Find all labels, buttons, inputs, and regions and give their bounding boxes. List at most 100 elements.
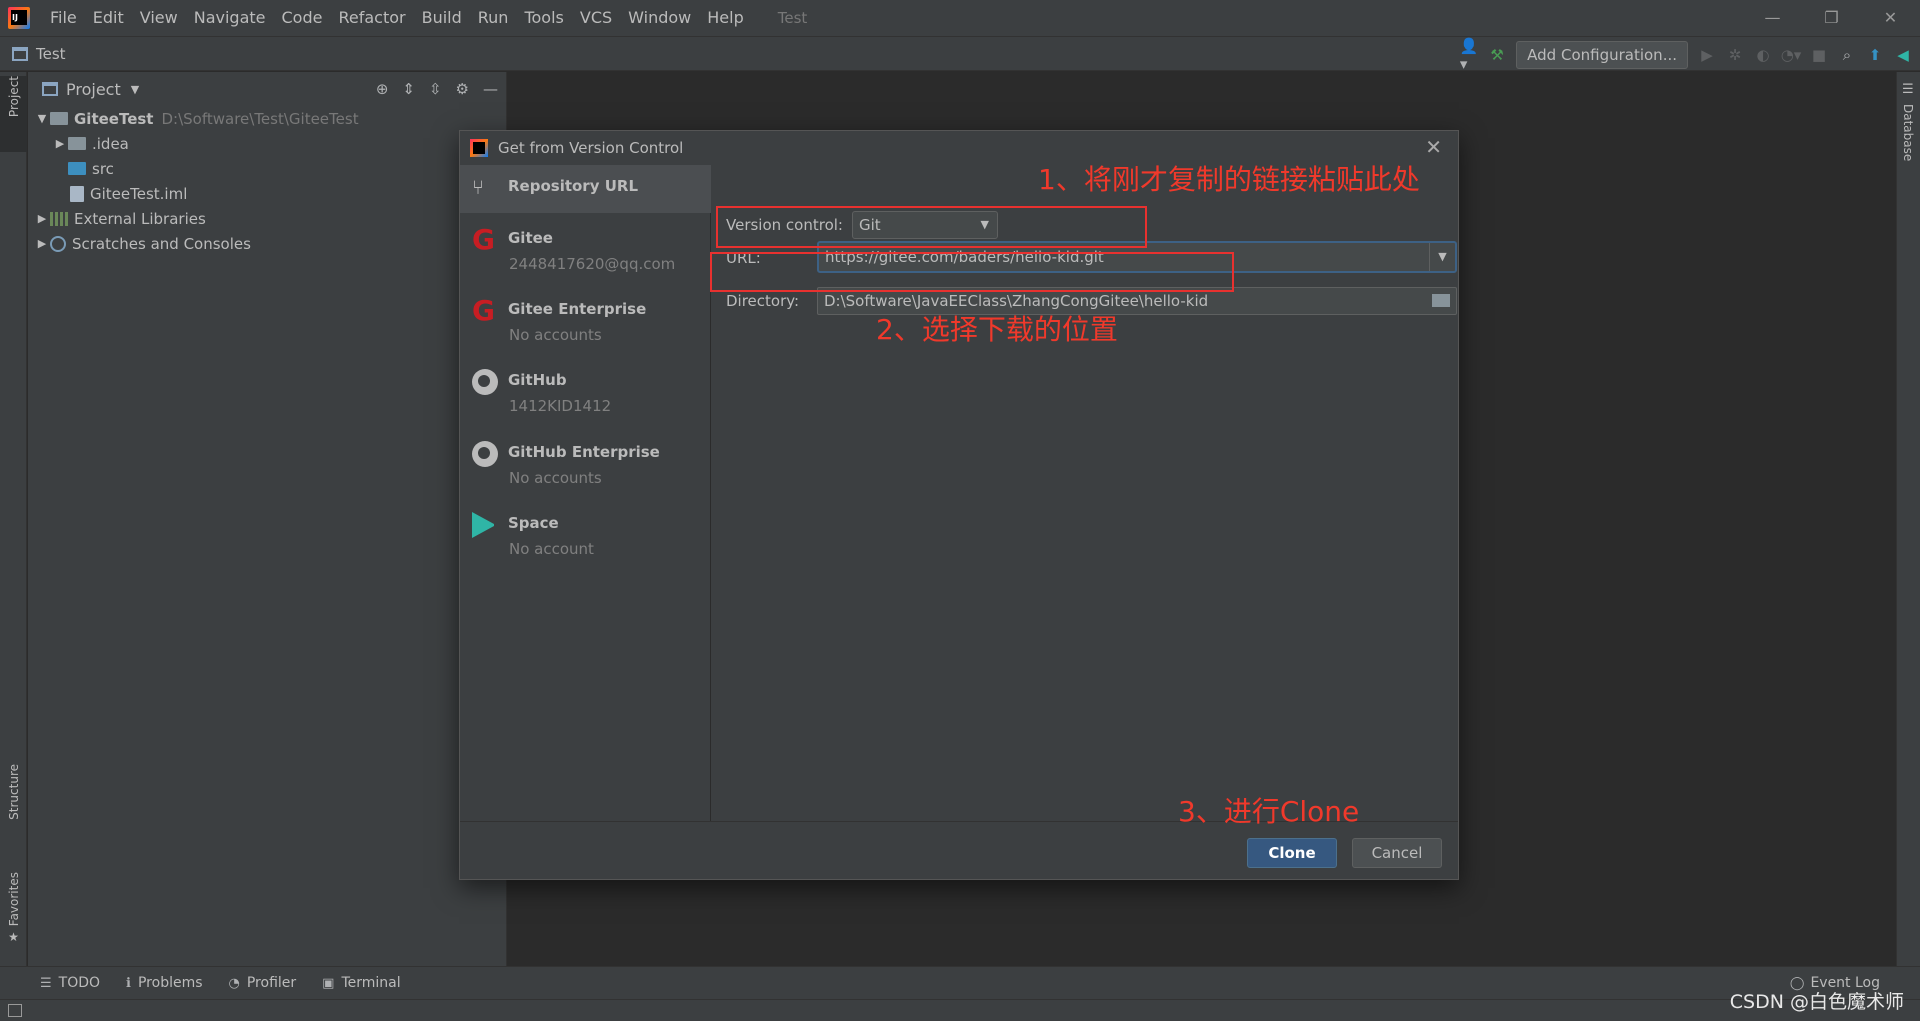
tree-label-external: External Libraries bbox=[74, 209, 206, 228]
account-list: ⑂ Repository URL G Gitee 2448417620@qq.c… bbox=[460, 165, 711, 821]
project-panel-title[interactable]: Project bbox=[66, 80, 121, 99]
menu-navigate[interactable]: Navigate bbox=[186, 0, 274, 36]
debug-icon[interactable]: ✲ bbox=[1726, 46, 1744, 64]
menu-file[interactable]: File bbox=[42, 0, 85, 36]
chevron-right-icon[interactable]: ▶ bbox=[34, 212, 50, 225]
project-folder-icon bbox=[12, 46, 28, 61]
run-icon[interactable]: ▶ bbox=[1698, 46, 1716, 64]
menu-help[interactable]: Help bbox=[699, 0, 751, 36]
user-account-icon[interactable]: 👤▾ bbox=[1460, 37, 1479, 73]
menu-code[interactable]: Code bbox=[274, 0, 331, 36]
tab-structure[interactable]: Structure bbox=[0, 764, 27, 844]
tab-favorites-label: Favorites bbox=[6, 872, 21, 927]
libraries-icon bbox=[50, 211, 68, 226]
locate-icon[interactable]: ⊕ bbox=[376, 80, 389, 98]
minimize-icon[interactable]: — bbox=[1743, 0, 1802, 36]
close-icon[interactable]: ✕ bbox=[1425, 135, 1442, 159]
menu-run[interactable]: Run bbox=[470, 0, 517, 36]
account-name: Gitee bbox=[508, 229, 553, 247]
menu-view[interactable]: View bbox=[132, 0, 186, 36]
account-item-gitee[interactable]: G Gitee 2448417620@qq.com bbox=[460, 217, 711, 277]
tab-database[interactable]: Database bbox=[1901, 104, 1915, 161]
tree-item-scratches[interactable]: ▶ Scratches and Consoles bbox=[28, 231, 506, 256]
chevron-down-icon[interactable]: ▼ bbox=[34, 112, 50, 125]
source-folder-icon bbox=[68, 162, 86, 175]
iml-file-icon bbox=[70, 185, 84, 202]
menu-refactor[interactable]: Refactor bbox=[330, 0, 413, 36]
dialog-title: Get from Version Control bbox=[498, 139, 684, 157]
build-hammer-icon[interactable]: ⚒ bbox=[1488, 46, 1506, 64]
account-name: GitHub Enterprise bbox=[508, 443, 660, 461]
window-project-title: Test bbox=[777, 9, 808, 27]
tree-item-src[interactable]: src bbox=[28, 156, 506, 181]
github-logo-icon bbox=[472, 369, 498, 395]
browse-folder-icon[interactable] bbox=[1432, 294, 1450, 307]
csdn-watermark: CSDN @白色魔术师 bbox=[1729, 991, 1904, 1013]
chevron-down-icon[interactable]: ▼ bbox=[131, 83, 139, 96]
tree-item-iml[interactable]: GiteeTest.iml bbox=[28, 181, 506, 206]
profile-icon[interactable]: ◔▾ bbox=[1781, 46, 1802, 64]
restore-icon[interactable]: ❐ bbox=[1802, 0, 1861, 36]
left-tool-strip: Project Structure Favorites ★ bbox=[0, 72, 27, 966]
add-configuration-button[interactable]: Add Configuration... bbox=[1516, 40, 1688, 69]
space-logo-icon[interactable]: ◀ bbox=[1894, 46, 1912, 64]
gear-icon[interactable]: ⚙ bbox=[456, 80, 469, 98]
tab-profiler[interactable]: ◔ Profiler bbox=[229, 975, 297, 991]
cancel-button[interactable]: Cancel bbox=[1352, 838, 1442, 868]
star-icon: ★ bbox=[8, 930, 19, 945]
tree-label-iml: GiteeTest.iml bbox=[90, 184, 188, 203]
close-window-icon[interactable]: ✕ bbox=[1861, 0, 1920, 36]
menu-edit[interactable]: Edit bbox=[85, 0, 132, 36]
tab-terminal[interactable]: ▣ Terminal bbox=[322, 975, 400, 991]
tool-window-toggle-icon[interactable] bbox=[8, 1004, 22, 1017]
annotation-step2: 2、选择下载的位置 bbox=[876, 313, 1118, 346]
tree-label-src: src bbox=[92, 159, 114, 178]
menu-window[interactable]: Window bbox=[620, 0, 699, 36]
hide-panel-icon[interactable]: — bbox=[483, 80, 498, 98]
annotation-step1: 1、将刚才复制的链接粘贴此处 bbox=[1038, 163, 1420, 196]
menu-build[interactable]: Build bbox=[414, 0, 470, 36]
clone-button[interactable]: Clone bbox=[1247, 838, 1337, 868]
expand-all-icon[interactable]: ⇕ bbox=[402, 80, 415, 98]
chevron-right-icon[interactable]: ▶ bbox=[34, 237, 50, 250]
url-history-dropdown[interactable]: ▼ bbox=[1429, 243, 1455, 271]
info-icon: ℹ bbox=[126, 975, 131, 991]
search-icon[interactable]: ⌕ bbox=[1838, 46, 1856, 64]
tab-todo[interactable]: ☰ TODO bbox=[40, 975, 100, 991]
space-logo-icon bbox=[472, 512, 498, 538]
tab-favorites[interactable]: Favorites ★ bbox=[0, 872, 27, 960]
folder-icon bbox=[68, 137, 86, 150]
tree-item-external-libraries[interactable]: ▶ External Libraries bbox=[28, 206, 506, 231]
account-item-github[interactable]: GitHub 1412KID1412 bbox=[460, 359, 711, 419]
breadcrumb-project[interactable]: Test bbox=[36, 45, 66, 63]
tab-problems[interactable]: ℹ Problems bbox=[126, 975, 202, 991]
menu-vcs[interactable]: VCS bbox=[572, 0, 620, 36]
account-item-space[interactable]: Space No account bbox=[460, 502, 711, 562]
tree-item-root[interactable]: ▼ GiteeTest D:\Software\Test\GiteeTest bbox=[28, 106, 506, 131]
tree-item-idea[interactable]: ▶ .idea bbox=[28, 131, 506, 156]
chevron-right-icon[interactable]: ▶ bbox=[52, 137, 68, 150]
menu-tools[interactable]: Tools bbox=[516, 0, 571, 36]
account-detail: 1412KID1412 bbox=[509, 397, 612, 415]
account-detail: No account bbox=[509, 540, 594, 558]
tab-profiler-label: Profiler bbox=[246, 975, 297, 991]
annotation-box-url bbox=[716, 206, 1147, 248]
tab-project[interactable]: Project bbox=[0, 76, 27, 152]
stop-icon[interactable]: ■ bbox=[1810, 46, 1828, 64]
root-path: D:\Software\Test\GiteeTest bbox=[161, 109, 359, 128]
account-name: Repository URL bbox=[508, 177, 638, 195]
tab-project-label: Project bbox=[6, 76, 21, 118]
account-item-gitee-enterprise[interactable]: G Gitee Enterprise No accounts bbox=[460, 288, 711, 348]
collapse-all-icon[interactable]: ⇳ bbox=[429, 80, 442, 98]
status-bar bbox=[0, 999, 1920, 1021]
coverage-icon[interactable]: ◐ bbox=[1754, 46, 1772, 64]
bottom-tool-bar: ☰ TODO ℹ Problems ◔ Profiler ▣ Terminal … bbox=[0, 966, 1920, 999]
account-detail: No accounts bbox=[509, 326, 602, 344]
menu-bar: File Edit View Navigate Code Refactor Bu… bbox=[0, 0, 1920, 36]
tree-label-scratches: Scratches and Consoles bbox=[72, 234, 251, 253]
account-item-github-enterprise[interactable]: GitHub Enterprise No accounts bbox=[460, 431, 711, 491]
account-item-repository-url[interactable]: ⑂ Repository URL bbox=[460, 165, 711, 213]
update-icon[interactable]: ⬆ bbox=[1866, 46, 1884, 64]
annotation-step3: 3、进行Clone bbox=[1178, 795, 1360, 828]
tree-label-idea: .idea bbox=[92, 134, 129, 153]
